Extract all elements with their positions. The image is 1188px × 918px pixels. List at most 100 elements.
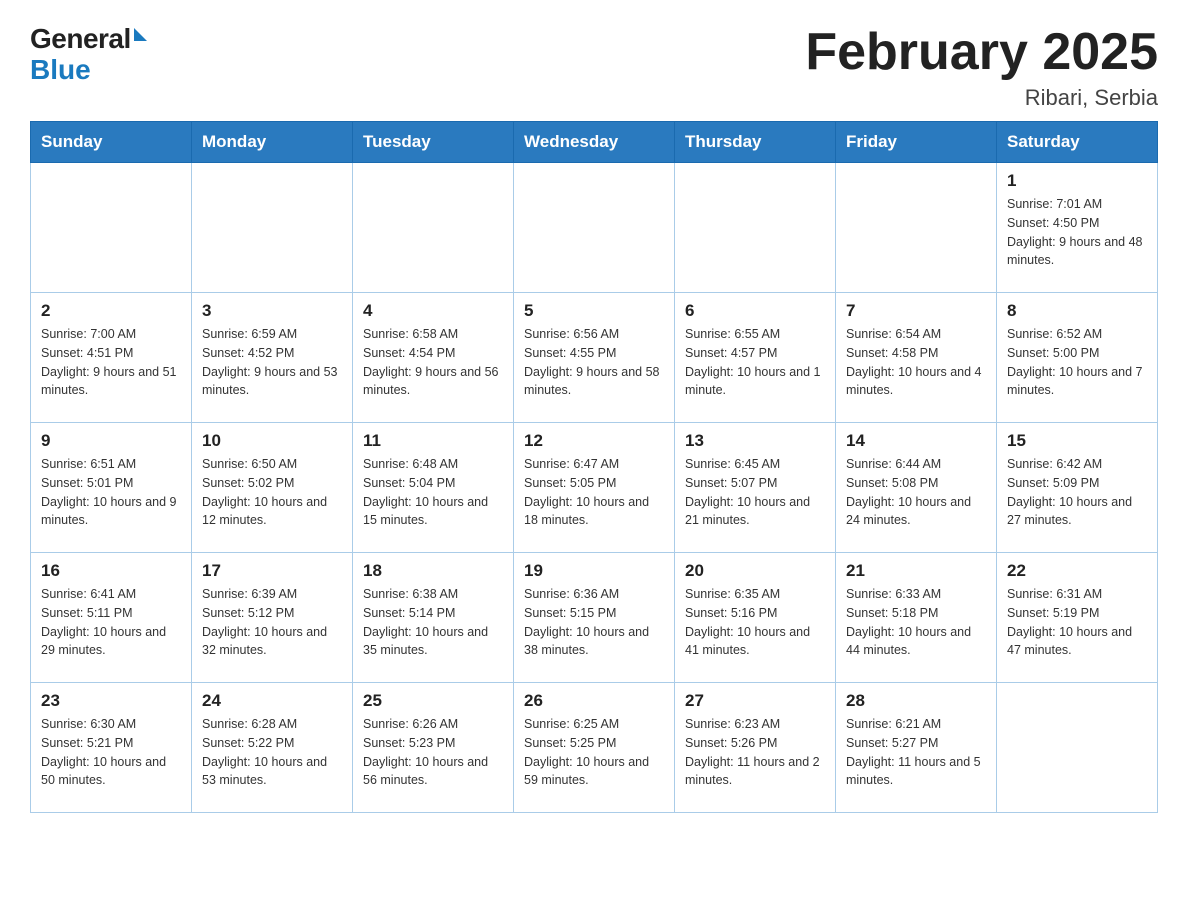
logo: General Blue: [30, 24, 147, 86]
day-info: Sunrise: 6:56 AMSunset: 4:55 PMDaylight:…: [524, 325, 664, 400]
calendar-cell: 9 Sunrise: 6:51 AMSunset: 5:01 PMDaylight…: [31, 423, 192, 553]
calendar-cell: 10 Sunrise: 6:50 AMSunset: 5:02 PMDayligh…: [192, 423, 353, 553]
day-info: Sunrise: 6:28 AMSunset: 5:22 PMDaylight:…: [202, 715, 342, 790]
day-info: Sunrise: 6:50 AMSunset: 5:02 PMDaylight:…: [202, 455, 342, 530]
weekday-header-row: SundayMondayTuesdayWednesdayThursdayFrid…: [31, 122, 1158, 163]
day-info: Sunrise: 6:44 AMSunset: 5:08 PMDaylight:…: [846, 455, 986, 530]
calendar-cell: 22 Sunrise: 6:31 AMSunset: 5:19 PMDayligh…: [997, 553, 1158, 683]
weekday-header-sunday: Sunday: [31, 122, 192, 163]
day-number: 9: [41, 431, 181, 451]
day-number: 6: [685, 301, 825, 321]
calendar-table: SundayMondayTuesdayWednesdayThursdayFrid…: [30, 121, 1158, 813]
day-number: 22: [1007, 561, 1147, 581]
calendar-cell: 13 Sunrise: 6:45 AMSunset: 5:07 PMDayligh…: [675, 423, 836, 553]
weekday-header-wednesday: Wednesday: [514, 122, 675, 163]
day-number: 27: [685, 691, 825, 711]
day-number: 19: [524, 561, 664, 581]
calendar-cell: 28 Sunrise: 6:21 AMSunset: 5:27 PMDayligh…: [836, 683, 997, 813]
day-number: 24: [202, 691, 342, 711]
calendar-subtitle: Ribari, Serbia: [805, 85, 1158, 111]
calendar-cell: [514, 163, 675, 293]
day-info: Sunrise: 6:41 AMSunset: 5:11 PMDaylight:…: [41, 585, 181, 660]
calendar-cell: 11 Sunrise: 6:48 AMSunset: 5:04 PMDayligh…: [353, 423, 514, 553]
calendar-cell: 17 Sunrise: 6:39 AMSunset: 5:12 PMDayligh…: [192, 553, 353, 683]
calendar-cell: 7Sunrise: 6:54 AMSunset: 4:58 PMDaylight…: [836, 293, 997, 423]
day-number: 28: [846, 691, 986, 711]
day-number: 25: [363, 691, 503, 711]
day-number: 8: [1007, 301, 1147, 321]
day-number: 1: [1007, 171, 1147, 191]
weekday-header-tuesday: Tuesday: [353, 122, 514, 163]
day-number: 23: [41, 691, 181, 711]
calendar-week-row: 16 Sunrise: 6:41 AMSunset: 5:11 PMDayligh…: [31, 553, 1158, 683]
calendar-header: SundayMondayTuesdayWednesdayThursdayFrid…: [31, 122, 1158, 163]
day-number: 4: [363, 301, 503, 321]
day-info: Sunrise: 6:59 AMSunset: 4:52 PMDaylight:…: [202, 325, 342, 400]
logo-general-text: General: [30, 24, 131, 55]
day-number: 2: [41, 301, 181, 321]
day-number: 17: [202, 561, 342, 581]
day-info: Sunrise: 6:58 AMSunset: 4:54 PMDaylight:…: [363, 325, 503, 400]
day-number: 16: [41, 561, 181, 581]
day-info: Sunrise: 6:35 AMSunset: 5:16 PMDaylight:…: [685, 585, 825, 660]
calendar-cell: 8 Sunrise: 6:52 AMSunset: 5:00 PMDaylight…: [997, 293, 1158, 423]
logo-combined: General Blue: [30, 24, 147, 86]
day-info: Sunrise: 7:01 AMSunset: 4:50 PMDaylight:…: [1007, 195, 1147, 270]
calendar-cell: 21Sunrise: 6:33 AMSunset: 5:18 PMDayligh…: [836, 553, 997, 683]
calendar-cell: 26 Sunrise: 6:25 AMSunset: 5:25 PMDayligh…: [514, 683, 675, 813]
calendar-cell: 18Sunrise: 6:38 AMSunset: 5:14 PMDayligh…: [353, 553, 514, 683]
title-area: February 2025 Ribari, Serbia: [805, 24, 1158, 111]
day-number: 11: [363, 431, 503, 451]
day-number: 20: [685, 561, 825, 581]
day-number: 5: [524, 301, 664, 321]
day-info: Sunrise: 6:33 AMSunset: 5:18 PMDaylight:…: [846, 585, 986, 660]
day-info: Sunrise: 6:26 AMSunset: 5:23 PMDaylight:…: [363, 715, 503, 790]
calendar-cell: 6 Sunrise: 6:55 AMSunset: 4:57 PMDaylight…: [675, 293, 836, 423]
day-info: Sunrise: 6:54 AMSunset: 4:58 PMDaylight:…: [846, 325, 986, 400]
day-number: 26: [524, 691, 664, 711]
day-number: 12: [524, 431, 664, 451]
day-number: 15: [1007, 431, 1147, 451]
calendar-cell: 12Sunrise: 6:47 AMSunset: 5:05 PMDayligh…: [514, 423, 675, 553]
day-info: Sunrise: 6:51 AMSunset: 5:01 PMDaylight:…: [41, 455, 181, 530]
day-info: Sunrise: 6:21 AMSunset: 5:27 PMDaylight:…: [846, 715, 986, 790]
calendar-cell: [997, 683, 1158, 813]
calendar-cell: [353, 163, 514, 293]
day-info: Sunrise: 6:23 AMSunset: 5:26 PMDaylight:…: [685, 715, 825, 790]
calendar-week-row: 2 Sunrise: 7:00 AMSunset: 4:51 PMDaylight…: [31, 293, 1158, 423]
calendar-cell: 19Sunrise: 6:36 AMSunset: 5:15 PMDayligh…: [514, 553, 675, 683]
day-info: Sunrise: 6:52 AMSunset: 5:00 PMDaylight:…: [1007, 325, 1147, 400]
day-number: 3: [202, 301, 342, 321]
day-info: Sunrise: 7:00 AMSunset: 4:51 PMDaylight:…: [41, 325, 181, 400]
day-number: 13: [685, 431, 825, 451]
weekday-header-monday: Monday: [192, 122, 353, 163]
calendar-cell: 5 Sunrise: 6:56 AMSunset: 4:55 PMDaylight…: [514, 293, 675, 423]
day-info: Sunrise: 6:39 AMSunset: 5:12 PMDaylight:…: [202, 585, 342, 660]
day-number: 18: [363, 561, 503, 581]
calendar-body: 1 Sunrise: 7:01 AMSunset: 4:50 PMDaylight…: [31, 163, 1158, 813]
calendar-cell: 27 Sunrise: 6:23 AMSunset: 5:26 PMDayligh…: [675, 683, 836, 813]
calendar-cell: 4 Sunrise: 6:58 AMSunset: 4:54 PMDaylight…: [353, 293, 514, 423]
page-header: General Blue February 2025 Ribari, Serbi…: [30, 24, 1158, 111]
day-info: Sunrise: 6:45 AMSunset: 5:07 PMDaylight:…: [685, 455, 825, 530]
calendar-cell: 25 Sunrise: 6:26 AMSunset: 5:23 PMDayligh…: [353, 683, 514, 813]
calendar-cell: 14Sunrise: 6:44 AMSunset: 5:08 PMDayligh…: [836, 423, 997, 553]
calendar-cell: 20 Sunrise: 6:35 AMSunset: 5:16 PMDayligh…: [675, 553, 836, 683]
day-info: Sunrise: 6:48 AMSunset: 5:04 PMDaylight:…: [363, 455, 503, 530]
calendar-cell: 1 Sunrise: 7:01 AMSunset: 4:50 PMDaylight…: [997, 163, 1158, 293]
weekday-header-friday: Friday: [836, 122, 997, 163]
calendar-week-row: 23Sunrise: 6:30 AMSunset: 5:21 PMDayligh…: [31, 683, 1158, 813]
logo-triangle-icon: [134, 28, 147, 41]
weekday-header-saturday: Saturday: [997, 122, 1158, 163]
calendar-week-row: 1 Sunrise: 7:01 AMSunset: 4:50 PMDaylight…: [31, 163, 1158, 293]
weekday-header-thursday: Thursday: [675, 122, 836, 163]
calendar-cell: 3 Sunrise: 6:59 AMSunset: 4:52 PMDaylight…: [192, 293, 353, 423]
day-info: Sunrise: 6:25 AMSunset: 5:25 PMDaylight:…: [524, 715, 664, 790]
calendar-cell: 2 Sunrise: 7:00 AMSunset: 4:51 PMDaylight…: [31, 293, 192, 423]
calendar-cell: [675, 163, 836, 293]
day-number: 10: [202, 431, 342, 451]
day-info: Sunrise: 6:55 AMSunset: 4:57 PMDaylight:…: [685, 325, 825, 400]
day-info: Sunrise: 6:31 AMSunset: 5:19 PMDaylight:…: [1007, 585, 1147, 660]
calendar-week-row: 9 Sunrise: 6:51 AMSunset: 5:01 PMDaylight…: [31, 423, 1158, 553]
calendar-cell: 16 Sunrise: 6:41 AMSunset: 5:11 PMDayligh…: [31, 553, 192, 683]
